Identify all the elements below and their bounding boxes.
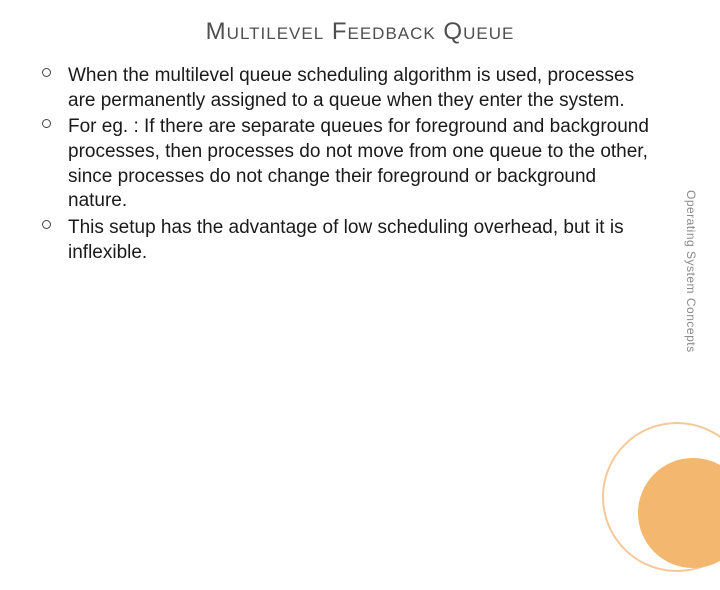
slide: Multilevel Feedback Queue When the multi…: [0, 0, 720, 540]
list-item: This setup has the advantage of low sche…: [40, 216, 660, 265]
circle-fill-icon: [638, 458, 720, 568]
bullet-list: When the multilevel queue scheduling alg…: [40, 64, 660, 266]
bullet-icon: [42, 68, 51, 77]
bullet-icon: [42, 220, 51, 229]
side-label: Operating System Concepts: [684, 190, 698, 353]
bullet-icon: [42, 119, 51, 128]
list-item: For eg. : If there are separate queues f…: [40, 115, 660, 214]
bullet-text: When the multilevel queue scheduling alg…: [68, 65, 634, 111]
circle-outline-icon: [602, 422, 720, 572]
bullet-text: For eg. : If there are separate queues f…: [68, 116, 649, 211]
slide-title: Multilevel Feedback Queue: [40, 18, 680, 46]
decorative-circles: [590, 410, 720, 590]
list-item: When the multilevel queue scheduling alg…: [40, 64, 660, 113]
content-area: When the multilevel queue scheduling alg…: [40, 64, 680, 266]
bullet-text: This setup has the advantage of low sche…: [68, 217, 624, 263]
